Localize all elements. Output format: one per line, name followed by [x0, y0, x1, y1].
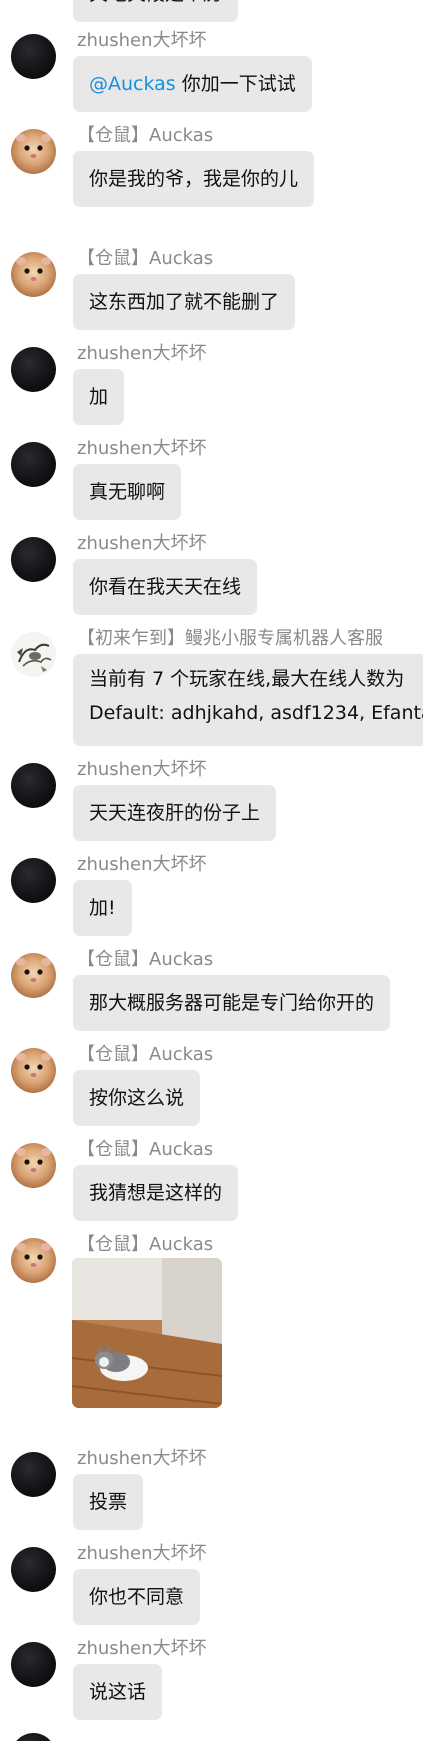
message-bubble[interactable]: 投票 — [73, 1474, 144, 1530]
sender-name: zhushen大坏坏 — [77, 759, 207, 780]
hamster-avatar[interactable] — [11, 1238, 56, 1283]
message-bubble[interactable]: 加 — [73, 369, 125, 425]
chat-message-list[interactable]: 关吧关段是个历 zhushen大坏坏 @Auckas 你加一下试试 【仓鼠】Au… — [0, 0, 423, 1741]
message-bubble[interactable]: 按你这么说 — [73, 1070, 201, 1126]
user-avatar[interactable] — [11, 537, 56, 582]
message-text: 你加一下试试 — [175, 73, 296, 95]
sender-name: 【仓鼠】Auckas — [77, 248, 214, 269]
hamster-avatar[interactable] — [11, 129, 56, 174]
message-text: 你也不同意 — [89, 1586, 185, 1608]
sender-name: zhushen大坏坏 — [77, 1638, 207, 1659]
cat-photo-icon — [72, 1258, 222, 1408]
message-bubble[interactable]: 当前有 7 个玩家在线,最大在线人数为 Default: adhjkahd, a… — [73, 654, 423, 746]
sender-name: 【初来乍到】鳗兆小服专属机器人客服 — [77, 628, 383, 649]
user-avatar[interactable] — [11, 858, 56, 903]
message-text: 投票 — [89, 1491, 128, 1513]
message-text: 加! — [89, 897, 116, 919]
message-bubble[interactable]: 天天连夜肝的份子上 — [73, 785, 277, 841]
sender-name: zhushen大坏坏 — [77, 30, 207, 51]
hamster-avatar[interactable] — [11, 252, 56, 297]
message-bubble[interactable]: @Auckas 你加一下试试 — [73, 56, 312, 112]
message-text: 我猜想是这样的 — [89, 1182, 223, 1204]
hamster-face-icon — [16, 1243, 51, 1267]
message-bubble[interactable]: 你看在我天天在线 — [73, 559, 258, 615]
image-attachment[interactable] — [72, 1258, 222, 1408]
hamster-avatar[interactable] — [11, 1048, 56, 1093]
user-avatar[interactable] — [11, 34, 56, 79]
message-line: 当前有 7 个玩家在线,最大在线人数为 — [89, 668, 405, 690]
user-avatar[interactable] — [11, 1733, 56, 1741]
user-avatar[interactable] — [11, 1547, 56, 1592]
message-text: 天天连夜肝的份子上 — [89, 802, 261, 824]
ink-painting-icon — [17, 643, 52, 672]
sender-name: zhushen大坏坏 — [77, 343, 207, 364]
message-text: 按你这么说 — [89, 1087, 185, 1109]
hamster-face-icon — [16, 134, 51, 158]
sender-name: zhushen大坏坏 — [77, 1448, 207, 1469]
message-text: 加 — [89, 386, 109, 408]
message-bubble[interactable]: 那大概服务器可能是专门给你开的 — [73, 975, 391, 1031]
sender-name: 【仓鼠】Auckas — [77, 125, 214, 146]
user-avatar[interactable] — [11, 763, 56, 808]
bot-avatar[interactable] — [11, 632, 56, 677]
user-avatar[interactable] — [11, 1642, 56, 1687]
hamster-face-icon — [16, 958, 51, 982]
message-bubble[interactable]: 真无聊啊 — [73, 464, 182, 520]
message-text: 那大概服务器可能是专门给你开的 — [89, 992, 375, 1014]
message-text: 这东西加了就不能删了 — [89, 291, 280, 313]
message-bubble[interactable]: 这东西加了就不能删了 — [73, 274, 296, 330]
sender-name: zhushen大坏坏 — [77, 438, 207, 459]
message-bubble-clipped: 关吧关段是个历 — [73, 0, 239, 22]
message-bubble[interactable]: 加! — [73, 880, 132, 936]
message-bubble[interactable]: 你也不同意 — [73, 1569, 201, 1625]
hamster-face-icon — [16, 257, 51, 281]
sender-name: 【仓鼠】Auckas — [77, 1234, 214, 1255]
sender-name: zhushen大坏坏 — [77, 533, 207, 554]
hamster-avatar[interactable] — [11, 953, 56, 998]
sender-name: 【仓鼠】Auckas — [77, 1139, 214, 1160]
message-line: Default: adhjkahd, asdf1234, Efanta — [89, 702, 423, 724]
sender-name: 【仓鼠】Auckas — [77, 1044, 214, 1065]
message-bubble[interactable]: 我猜想是这样的 — [73, 1165, 239, 1221]
sender-name: zhushen大坏坏 — [77, 1543, 207, 1564]
message-text: 真无聊啊 — [89, 481, 166, 503]
sender-name: 【仓鼠】Auckas — [77, 949, 214, 970]
hamster-face-icon — [16, 1053, 51, 1077]
message-bubble[interactable]: 说这话 — [73, 1664, 163, 1720]
message-bubble[interactable]: 你是我的爷，我是你的儿 — [73, 151, 315, 207]
message-text: 你是我的爷，我是你的儿 — [89, 168, 299, 190]
sender-name: zhushen大坏坏 — [77, 854, 207, 875]
message-text: 说这话 — [89, 1681, 147, 1703]
message-text: 你看在我天天在线 — [89, 576, 242, 598]
hamster-avatar[interactable] — [11, 1143, 56, 1188]
user-avatar[interactable] — [11, 347, 56, 392]
user-avatar[interactable] — [11, 1452, 56, 1497]
user-avatar[interactable] — [11, 442, 56, 487]
mention-link[interactable]: @Auckas — [89, 73, 176, 95]
hamster-face-icon — [16, 1148, 51, 1172]
